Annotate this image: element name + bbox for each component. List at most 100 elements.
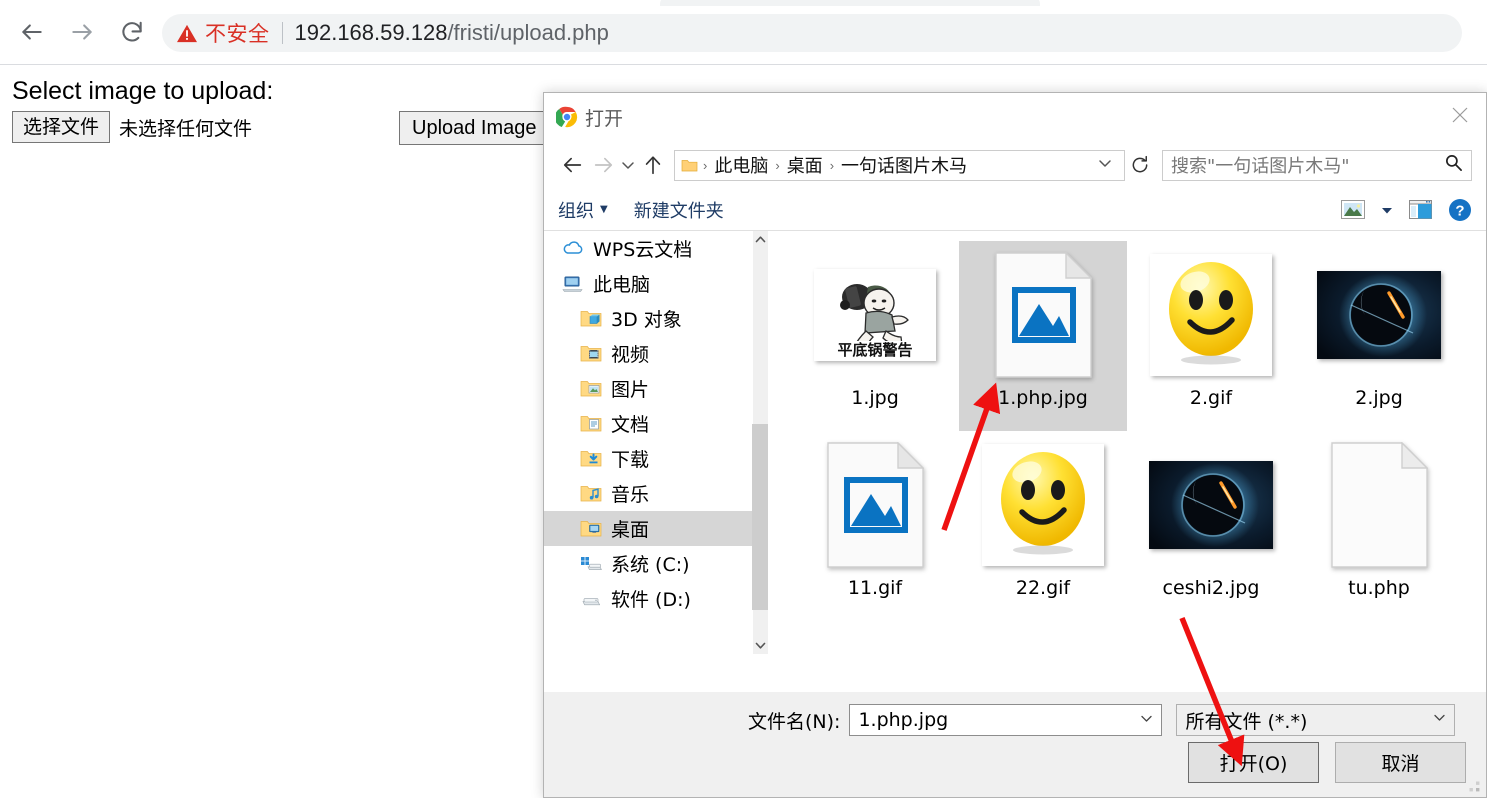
- file-thumbnail: [1149, 439, 1273, 571]
- up-one-level-button[interactable]: [638, 150, 668, 180]
- scrollbar-thumb[interactable]: [752, 424, 768, 610]
- arrow-right-icon: [592, 154, 614, 176]
- file-item[interactable]: 11.gif: [791, 431, 959, 621]
- sidebar-scrollbar[interactable]: [752, 231, 769, 654]
- choose-file-button[interactable]: 选择文件: [12, 111, 110, 143]
- sidebar-item-9[interactable]: 系统 (C:): [544, 546, 752, 581]
- sidebar-item-10[interactable]: 软件 (D:): [544, 581, 752, 616]
- sidebar-item-0[interactable]: WPS云文档: [544, 231, 752, 266]
- file-item[interactable]: ceshi2.jpg: [1127, 431, 1295, 621]
- filename-input[interactable]: 1.php.jpg: [849, 704, 1162, 736]
- forward-button[interactable]: [62, 12, 102, 52]
- resize-grip[interactable]: [1469, 781, 1482, 794]
- file-name-label: 11.gif: [848, 577, 902, 599]
- sidebar-item-label: 3D 对象: [611, 305, 682, 332]
- sidebar-item-5[interactable]: 文档: [544, 406, 752, 441]
- address-bar[interactable]: 不安全 192.168.59.128/fristi/upload.php: [162, 14, 1462, 52]
- computer-icon: [562, 274, 586, 293]
- sidebar-item-label: 音乐: [611, 480, 649, 507]
- file-type-filter-select[interactable]: 所有文件 (*.*): [1176, 704, 1455, 736]
- reload-icon: [119, 19, 145, 45]
- preview-pane-button[interactable]: [1409, 200, 1432, 219]
- close-icon: [1450, 105, 1470, 125]
- breadcrumb-item-2[interactable]: 一句话图片木马: [837, 152, 971, 178]
- refresh-button[interactable]: [1125, 150, 1155, 181]
- scroll-down-button[interactable]: [752, 637, 768, 654]
- file-item[interactable]: 1.php.jpg: [959, 241, 1127, 431]
- breadcrumb-item-1[interactable]: 桌面: [783, 152, 827, 178]
- image-file-icon: [827, 442, 924, 568]
- upload-image-button[interactable]: Upload Image: [399, 111, 550, 145]
- cancel-button[interactable]: 取消: [1335, 742, 1466, 783]
- sidebar-item-3[interactable]: 视频: [544, 336, 752, 371]
- sidebar-item-label: 下载: [611, 445, 649, 472]
- folder-documents-icon: [580, 414, 604, 433]
- address-dropdown-button[interactable]: [1092, 156, 1118, 175]
- chevron-down-icon: [621, 158, 635, 172]
- chevron-up-icon: [755, 235, 766, 244]
- sidebar-item-label: 桌面: [611, 515, 649, 542]
- filename-label: 文件名(N):: [748, 707, 840, 734]
- breadcrumb-separator: ›: [700, 158, 710, 173]
- filename-value: 1.php.jpg: [858, 709, 1140, 731]
- file-item[interactable]: tu.php: [1295, 431, 1463, 621]
- breadcrumb[interactable]: › 此电脑 › 桌面 › 一句话图片木马: [674, 150, 1125, 181]
- sidebar-item-4[interactable]: 图片: [544, 371, 752, 406]
- file-item[interactable]: 2.gif: [1127, 241, 1295, 431]
- arrow-left-icon: [19, 19, 45, 45]
- tab-strip: [0, 0, 1487, 6]
- sidebar-item-label: 文档: [611, 410, 649, 437]
- open-button[interactable]: 打开(O): [1188, 742, 1319, 783]
- organize-menu-button[interactable]: 组织 ▼: [558, 197, 608, 223]
- dialog-titlebar[interactable]: 打开: [544, 93, 1486, 141]
- dialog-body: WPS云文档此电脑 3D 对象视频图片文档下载音乐桌面系统 (C:)软件 (D:)…: [544, 231, 1486, 654]
- browser-toolbar: 不安全 192.168.59.128/fristi/upload.php: [0, 0, 1487, 65]
- url-path: /fristi/upload.php: [447, 20, 608, 45]
- scroll-up-button[interactable]: [752, 231, 768, 248]
- url-host: 192.168.59.128: [295, 20, 448, 45]
- dialog-footer: 文件名(N): 1.php.jpg 所有文件 (*.*) 打开(O) 取消: [544, 692, 1486, 797]
- help-button[interactable]: ?: [1448, 198, 1472, 222]
- view-mode-button[interactable]: [1341, 200, 1365, 219]
- back-button[interactable]: [12, 12, 52, 52]
- dialog-title: 打开: [585, 104, 623, 131]
- sidebar-item-8[interactable]: 桌面: [544, 511, 752, 546]
- open-file-dialog: 打开: [543, 92, 1487, 798]
- sidebar-item-2[interactable]: 3D 对象: [544, 301, 752, 336]
- search-icon: [1444, 153, 1463, 177]
- breadcrumb-separator: ›: [827, 158, 837, 173]
- search-input[interactable]: 搜索"一句话图片木马": [1171, 152, 1444, 178]
- meme-thumbnail: 平底锅警告: [814, 269, 936, 361]
- drive-system-icon: [580, 554, 604, 573]
- caret-down-icon: ▼: [600, 204, 608, 215]
- sidebar-item-1[interactable]: 此电脑: [544, 266, 752, 301]
- page-title: Select image to upload:: [12, 77, 273, 106]
- planet-thumbnail: [1317, 271, 1441, 359]
- recent-locations-button[interactable]: [618, 150, 638, 180]
- dialog-button-row: 打开(O) 取消: [1188, 742, 1466, 783]
- new-folder-button[interactable]: 新建文件夹: [634, 197, 724, 223]
- file-name-label: 2.jpg: [1355, 387, 1403, 409]
- sidebar-item-7[interactable]: 音乐: [544, 476, 752, 511]
- file-thumbnail: [982, 439, 1104, 571]
- chevron-down-icon[interactable]: [1140, 712, 1153, 728]
- folder-pictures-icon: [580, 379, 604, 398]
- cloud-icon: [562, 239, 586, 258]
- file-list[interactable]: 平底锅警告1.jpg1.php.jpg 2.gif 2.jpg 11.gif 22.gi…: [769, 231, 1486, 654]
- chevron-down-icon: [755, 641, 766, 650]
- folder-downloads-icon: [580, 449, 604, 468]
- breadcrumb-item-0[interactable]: 此电脑: [710, 152, 772, 178]
- close-button[interactable]: [1434, 93, 1486, 137]
- drive-icon: [580, 589, 604, 608]
- dialog-back-button[interactable]: [558, 150, 588, 180]
- sidebar-item-6[interactable]: 下载: [544, 441, 752, 476]
- file-item[interactable]: 平底锅警告1.jpg: [791, 241, 959, 431]
- dialog-command-bar: 组织 ▼ 新建文件夹: [544, 189, 1486, 231]
- file-item[interactable]: 22.gif: [959, 431, 1127, 621]
- search-box[interactable]: 搜索"一句话图片木马": [1162, 150, 1472, 181]
- file-name-label: 2.gif: [1190, 387, 1232, 409]
- file-item[interactable]: 2.jpg: [1295, 241, 1463, 431]
- file-thumbnail: [1317, 249, 1441, 381]
- view-mode-dropdown-button[interactable]: [1381, 204, 1393, 216]
- reload-button[interactable]: [112, 12, 152, 52]
